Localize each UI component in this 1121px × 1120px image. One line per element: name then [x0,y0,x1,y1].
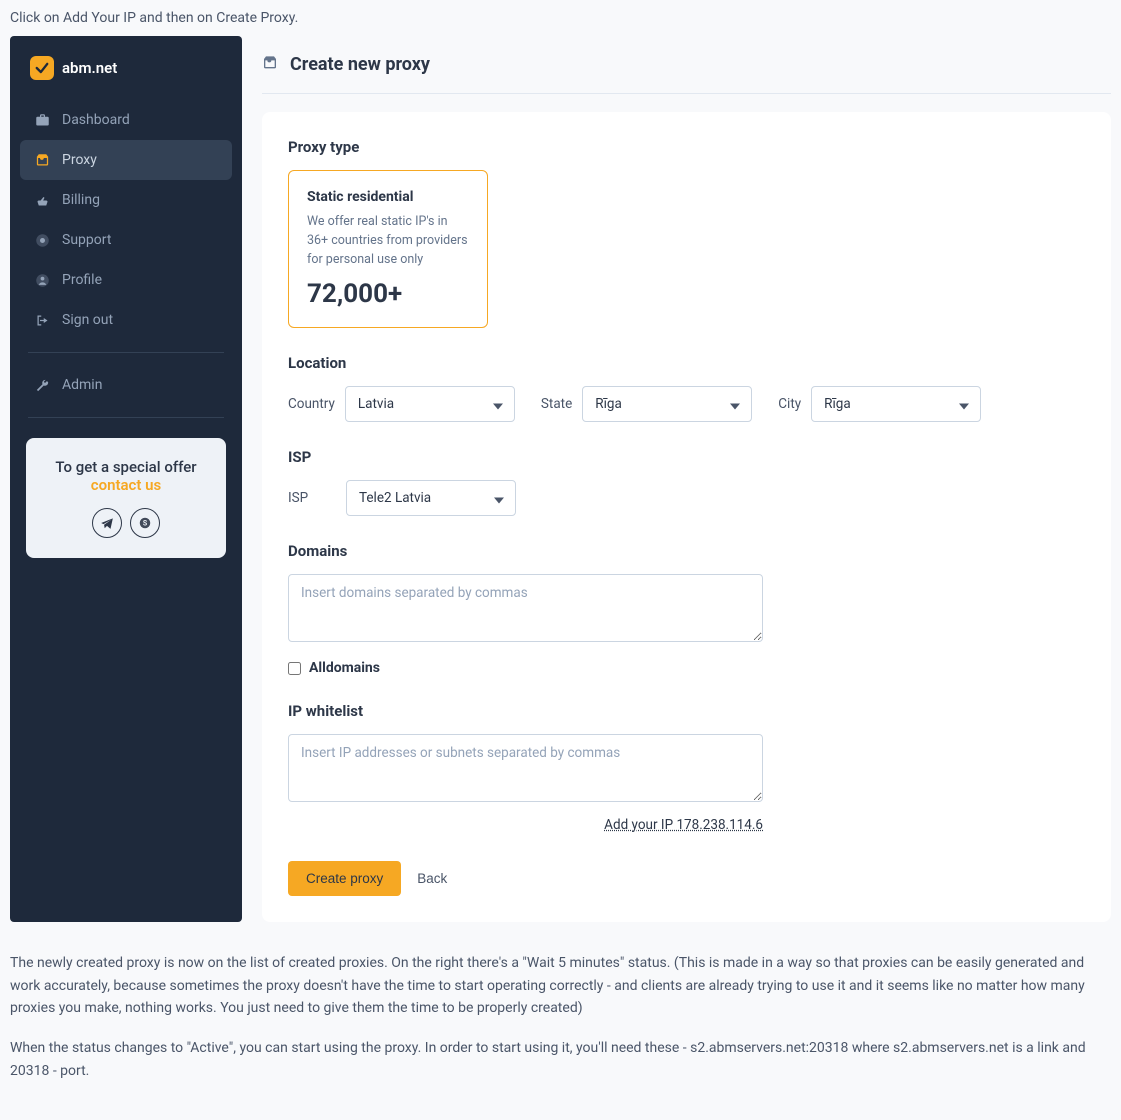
svg-text:S: S [143,519,148,527]
location-label: Location [288,354,1085,372]
logo: abm.net [20,56,232,100]
sidebar-item-profile[interactable]: Profile [20,260,232,300]
city-select[interactable]: Rīga [811,386,981,422]
page-header: Create new proxy [262,36,1111,94]
domains-label: Domains [288,542,1085,560]
instruction-paragraph: When the status changes to "Active", you… [10,1037,1111,1082]
offer-contact-link[interactable]: contact us [38,476,214,494]
add-your-ip-link[interactable]: Add your IP 178.238.114.6 [604,817,763,833]
nav-label: Admin [62,377,102,393]
alldomains-label: Alldomains [309,660,380,676]
logo-text: abm.net [62,59,117,77]
back-button[interactable]: Back [417,871,447,886]
offer-title: To get a special offer [38,458,214,476]
ip-whitelist-label: IP whitelist [288,702,1085,720]
proxy-type-description: We offer real static IP's in 36+ countri… [307,213,469,269]
state-select[interactable]: Rīga [582,386,752,422]
country-label: Country [288,396,335,412]
instruction-text-top: Click on Add Your IP and then on Create … [0,0,1121,36]
sidebar-item-dashboard[interactable]: Dashboard [20,100,232,140]
isp-section-label: ISP [288,448,1085,466]
instruction-text-bottom: The newly created proxy is now on the li… [0,922,1121,1120]
form-card: Proxy type Static residential We offer r… [262,112,1111,922]
proxy-type-card[interactable]: Static residential We offer real static … [288,170,488,328]
sidebar-item-billing[interactable]: Billing [20,180,232,220]
city-label: City [778,396,801,412]
telegram-icon[interactable] [92,508,122,538]
skype-icon[interactable]: S [130,508,160,538]
logo-icon [30,56,54,80]
signout-icon [34,312,50,328]
main: Create new proxy Proxy type Static resid… [262,36,1111,922]
lifebuoy-icon [34,232,50,248]
page-title: Create new proxy [290,54,430,75]
ip-whitelist-input[interactable] [288,734,763,802]
divider [28,352,224,353]
country-select[interactable]: Latvia [345,386,515,422]
nav-label: Profile [62,272,102,288]
nav-label: Sign out [62,312,113,328]
nav-label: Billing [62,192,100,208]
instruction-paragraph: The newly created proxy is now on the li… [10,952,1111,1019]
create-proxy-button[interactable]: Create proxy [288,861,401,896]
isp-select[interactable]: Tele2 Latvia [346,480,516,516]
wrench-icon [34,377,50,393]
proxy-type-label: Proxy type [288,138,1085,156]
inbox-icon [34,152,50,168]
inbox-icon [262,55,278,75]
user-icon [34,272,50,288]
divider [28,417,224,418]
briefcase-icon [34,112,50,128]
state-label: State [541,396,572,412]
offer-card: To get a special offer contact us S [26,438,226,558]
domains-input[interactable] [288,574,763,642]
alldomains-checkbox[interactable] [288,662,301,675]
nav-label: Dashboard [62,112,130,128]
isp-label: ISP [288,490,336,506]
sidebar: abm.net Dashboard Proxy Billing Support [10,36,242,922]
hand-icon [34,192,50,208]
nav-label: Support [62,232,111,248]
sidebar-item-support[interactable]: Support [20,220,232,260]
sidebar-item-proxy[interactable]: Proxy [20,140,232,180]
proxy-type-title: Static residential [307,189,469,205]
nav-label: Proxy [62,152,97,168]
sidebar-item-signout[interactable]: Sign out [20,300,232,340]
sidebar-item-admin[interactable]: Admin [20,365,232,405]
proxy-type-count: 72,000+ [307,279,469,309]
